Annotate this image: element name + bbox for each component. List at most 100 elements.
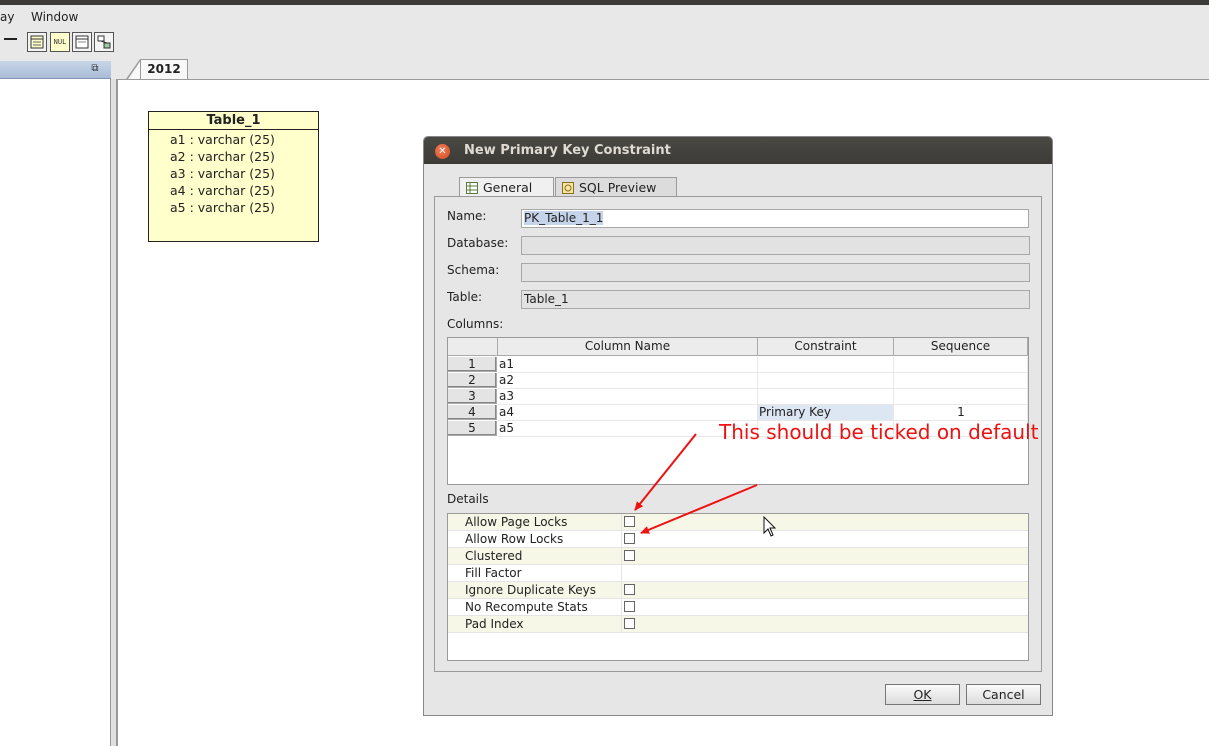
table-label: Table:: [447, 290, 483, 304]
property-name: Ignore Duplicate Keys: [465, 583, 596, 597]
grid-corner: [448, 338, 498, 356]
schema-field: [521, 263, 1030, 282]
table-entity-column: a1 : varchar (25): [170, 132, 275, 147]
menu-item-display[interactable]: ay: [0, 10, 14, 24]
property-name: Pad Index: [465, 617, 524, 631]
name-input-value: PK_Table_1_1: [524, 211, 604, 225]
grid-icon: [466, 180, 478, 194]
property-row-no-recompute-stats: No Recompute Stats: [448, 599, 1028, 616]
table-entity-column: a4 : varchar (25): [170, 183, 275, 198]
table-row[interactable]: 3 a3: [448, 389, 1028, 405]
left-panel-header: ⧉: [0, 61, 111, 79]
property-divider: [621, 582, 622, 598]
tab-sql-preview-label: SQL Preview: [579, 180, 657, 195]
annotation-text: This should be ticked on default: [719, 420, 1039, 444]
table-field: Table_1: [521, 290, 1030, 309]
fill-factor-input[interactable]: [624, 565, 1024, 581]
tab-sql-preview[interactable]: SQL Preview: [555, 177, 677, 197]
property-name: Allow Page Locks: [465, 515, 568, 529]
tab-general[interactable]: General: [459, 177, 554, 197]
ok-button[interactable]: OK: [885, 684, 960, 705]
grid-header-column-name[interactable]: Column Name: [498, 338, 758, 356]
cell-sequence[interactable]: [894, 373, 1028, 389]
view-icon[interactable]: [72, 32, 92, 52]
ignore-duplicate-keys-checkbox[interactable]: [624, 584, 635, 595]
clustered-checkbox[interactable]: [624, 550, 635, 561]
cell-column-name[interactable]: a1: [498, 357, 758, 373]
cancel-button-label: Cancel: [982, 687, 1025, 702]
property-row-pad-index: Pad Index: [448, 616, 1028, 633]
dialog-title: New Primary Key Constraint: [464, 143, 671, 158]
table-icon[interactable]: [27, 32, 47, 52]
name-input[interactable]: PK_Table_1_1: [521, 209, 1029, 228]
cell-sequence[interactable]: 1: [894, 405, 1028, 421]
close-icon[interactable]: ✕: [435, 144, 450, 159]
property-divider: [621, 531, 622, 547]
toolbar: NUL: [0, 28, 1209, 58]
pad-index-checkbox[interactable]: [624, 618, 635, 629]
cell-constraint[interactable]: [758, 357, 894, 373]
details-property-grid: Allow Page Locks Allow Row Locks Cluster…: [447, 513, 1029, 661]
tab-general-label: General: [483, 180, 533, 195]
table-row[interactable]: 2 a2: [448, 373, 1028, 389]
cell-column-name[interactable]: a2: [498, 373, 758, 389]
cell-sequence[interactable]: [894, 389, 1028, 405]
grid-header-constraint[interactable]: Constraint: [758, 338, 894, 356]
cell-constraint[interactable]: [758, 389, 894, 405]
table-entity-title: Table_1: [149, 112, 318, 130]
row-number: 5: [448, 421, 497, 436]
editor-tab[interactable]: 2012: [140, 59, 188, 79]
null-icon-label: NUL: [53, 38, 67, 46]
property-name: Fill Factor: [465, 566, 522, 580]
row-number: 4: [448, 405, 497, 420]
minimize-icon[interactable]: [4, 38, 17, 40]
cell-column-name[interactable]: a3: [498, 389, 758, 405]
menu-bar: ay Window: [0, 5, 1209, 27]
row-number: 2: [448, 373, 497, 388]
columns-label: Columns:: [447, 317, 504, 331]
allow-row-locks-checkbox[interactable]: [624, 533, 635, 544]
cell-constraint[interactable]: [758, 373, 894, 389]
table-entity-column: a2 : varchar (25): [170, 149, 275, 164]
row-number: 1: [448, 357, 497, 372]
property-name: No Recompute Stats: [465, 600, 588, 614]
null-icon[interactable]: NUL: [50, 32, 70, 52]
row-number: 3: [448, 389, 497, 404]
property-divider: [621, 514, 622, 530]
cell-constraint[interactable]: Primary Key: [758, 405, 894, 421]
property-name: Clustered: [465, 549, 523, 563]
grid-header-sequence[interactable]: Sequence: [894, 338, 1028, 356]
menu-item-window[interactable]: Window: [31, 10, 78, 24]
dialog-titlebar[interactable]: ✕ New Primary Key Constraint: [424, 137, 1052, 164]
table-row[interactable]: 4 a4 Primary Key 1: [448, 405, 1028, 421]
ok-button-label: OK: [913, 687, 932, 702]
name-label: Name:: [447, 209, 487, 223]
table-entity-column: a5 : varchar (25): [170, 200, 275, 215]
left-panel: [0, 79, 111, 746]
no-recompute-stats-checkbox[interactable]: [624, 601, 635, 612]
database-label: Database:: [447, 236, 509, 250]
relation-icon[interactable]: [94, 32, 114, 52]
property-row-ignore-duplicate-keys: Ignore Duplicate Keys: [448, 582, 1028, 599]
table-entity[interactable]: Table_1 a1 : varchar (25) a2 : varchar (…: [148, 111, 319, 242]
cancel-button[interactable]: Cancel: [966, 684, 1041, 705]
property-row-allow-page-locks: Allow Page Locks: [448, 514, 1028, 531]
cell-sequence[interactable]: [894, 357, 1028, 373]
allow-page-locks-checkbox[interactable]: [624, 516, 635, 527]
property-divider: [621, 565, 622, 581]
columns-grid: Column Name Constraint Sequence 1 a1 2 a…: [447, 337, 1029, 485]
property-divider: [621, 616, 622, 632]
details-label: Details: [447, 492, 489, 506]
table-row[interactable]: 1 a1: [448, 357, 1028, 373]
property-name: Allow Row Locks: [465, 532, 564, 546]
mouse-cursor-icon: [763, 516, 777, 537]
sql-script-icon: [562, 180, 574, 194]
property-row-allow-row-locks: Allow Row Locks: [448, 531, 1028, 548]
property-row-fill-factor: Fill Factor: [448, 565, 1028, 582]
property-divider: [621, 599, 622, 615]
property-row-clustered: Clustered: [448, 548, 1028, 565]
table-entity-column: a3 : varchar (25): [170, 166, 275, 181]
restore-icon[interactable]: ⧉: [89, 63, 101, 75]
database-field: [521, 236, 1030, 255]
cell-column-name[interactable]: a4: [498, 405, 758, 421]
